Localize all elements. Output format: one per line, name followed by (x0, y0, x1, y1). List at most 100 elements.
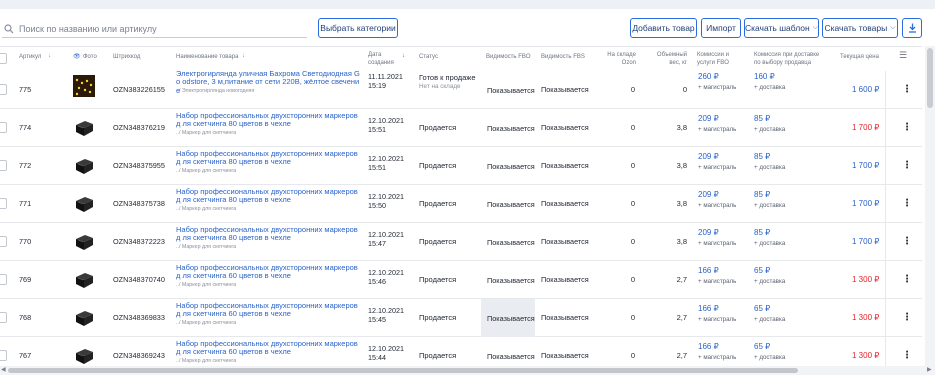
scroll-left-icon[interactable]: ◀ (1, 366, 6, 373)
vertical-scroll-thumb[interactable] (927, 48, 933, 108)
header-date[interactable]: Дата создания (368, 52, 398, 67)
fbs-commission-link[interactable]: 85 ₽ (754, 152, 770, 161)
product-photo-case[interactable] (73, 230, 95, 252)
fbo-commission-link[interactable]: 209 ₽ (698, 152, 719, 161)
fbs-commission-link[interactable]: 85 ₽ (754, 114, 770, 123)
fbs-commission-link[interactable]: 65 ₽ (754, 266, 770, 275)
sort-arrow-icon[interactable]: ↓ (48, 53, 51, 59)
fbs-commission-link[interactable]: 85 ₽ (754, 190, 770, 199)
table-row[interactable]: 774 OZN348376219 Набор профессиональных … (0, 109, 922, 147)
table-header: Артикул ↓ 👁 Фото Штрихкод Наименование т… (0, 46, 922, 71)
select-all-checkbox[interactable] (0, 53, 7, 64)
row-date-day: 12.10.2021 (368, 344, 404, 353)
row-checkbox[interactable] (0, 236, 7, 247)
fbs-commission-sub: + доставка (754, 84, 786, 91)
table-row[interactable]: 768 OZN348369833 Набор профессиональных … (0, 299, 922, 337)
fbo-commission-link[interactable]: 209 ₽ (698, 228, 719, 237)
row-price[interactable]: 1 700 ₽ (852, 237, 879, 246)
fbo-commission-link[interactable]: 166 ₽ (698, 304, 719, 313)
fbs-commission-link[interactable]: 160 ₽ (754, 72, 775, 81)
row-ozon-stock: 0 (630, 85, 635, 94)
download-products-button[interactable]: Скачать товары ⌵ (822, 18, 898, 38)
more-options-icon[interactable]: ⋮ (902, 312, 912, 323)
row-status: Продается (419, 161, 457, 170)
download-button[interactable] (902, 18, 922, 38)
more-options-icon[interactable]: ⋮ (902, 160, 912, 171)
product-name-link[interactable]: Набор профессиональных двухсторонних мар… (176, 225, 361, 243)
row-price[interactable]: 1 600 ₽ (852, 85, 879, 94)
fbs-commission-sub: + доставка (754, 278, 786, 285)
product-name-link[interactable]: Набор профессиональных двухсторонних мар… (176, 149, 361, 167)
row-fbo-visibility-text: Показывается (487, 313, 535, 323)
row-checkbox[interactable] (0, 122, 7, 133)
product-photo-case[interactable] (73, 154, 95, 176)
product-name-link[interactable]: Набор профессиональных двухсторонних мар… (176, 263, 361, 281)
fbs-commission-link[interactable]: 85 ₽ (754, 228, 770, 237)
fbo-commission-link[interactable]: 166 ₽ (698, 266, 719, 275)
product-name-link[interactable]: Набор профессиональных двухсторонних мар… (176, 187, 361, 205)
table-row[interactable]: 769 OZN348370740 Набор профессиональных … (0, 261, 922, 299)
header-article[interactable]: Артикул (19, 54, 41, 62)
row-article: 767 (19, 351, 32, 360)
table-row[interactable]: 770 OZN348372223 Набор профессиональных … (0, 223, 922, 261)
row-ozon-stock: 0 (630, 275, 635, 284)
fbo-commission-sub: + магистраль (698, 316, 737, 323)
row-date-day: 12.10.2021 (368, 268, 404, 277)
more-options-icon[interactable]: ⋮ (902, 350, 912, 361)
header-name[interactable]: Наименование товара (176, 54, 238, 62)
product-photo-garland[interactable] (73, 75, 95, 97)
fbo-commission-link[interactable]: 166 ₽ (698, 342, 719, 351)
download-template-button[interactable]: Скачать шаблон ⌵ (744, 18, 819, 38)
table-row[interactable]: 771 OZN348375738 Набор профессиональных … (0, 185, 922, 223)
add-product-button[interactable]: Добавить товар (630, 18, 697, 38)
row-checkbox[interactable] (0, 84, 7, 95)
product-photo-case[interactable] (73, 344, 95, 366)
fbs-commission-link[interactable]: 65 ₽ (754, 342, 770, 351)
product-photo-case[interactable] (73, 268, 95, 290)
product-name-link[interactable]: Набор профессиональных двухсторонних мар… (176, 339, 361, 357)
sort-arrow-icon[interactable]: ↓ (402, 53, 405, 59)
header-ozon-stock: На складе Ozon (607, 52, 636, 66)
row-price[interactable]: 1 700 ₽ (852, 161, 879, 170)
row-price[interactable]: 1 300 ₽ (852, 351, 879, 360)
search-input[interactable] (19, 23, 299, 34)
sort-arrow-icon[interactable]: ↓ (242, 53, 245, 59)
more-options-icon[interactable]: ⋮ (902, 84, 912, 95)
product-photo-case[interactable] (73, 116, 95, 138)
more-options-icon[interactable]: ⋮ (902, 198, 912, 209)
row-date-day: 12.10.2021 (368, 154, 404, 163)
import-button[interactable]: Импорт (701, 18, 741, 38)
product-photo-case[interactable] (73, 306, 95, 328)
fbs-commission-link[interactable]: 65 ₽ (754, 304, 770, 313)
more-options-icon[interactable]: ⋮ (902, 236, 912, 247)
select-categories-button[interactable]: Выбрать категории (318, 18, 398, 38)
row-fbo-visibility: Показывается (481, 185, 535, 223)
product-photo-case[interactable] (73, 192, 95, 214)
table-row[interactable]: 772 OZN348375955 Набор профессиональных … (0, 147, 922, 185)
row-checkbox[interactable] (0, 350, 7, 361)
fbo-commission-link[interactable]: 260 ₽ (698, 72, 719, 81)
more-options-icon[interactable]: ⋮ (902, 274, 912, 285)
row-checkbox[interactable] (0, 198, 7, 209)
row-price[interactable]: 1 700 ₽ (852, 199, 879, 208)
column-settings-icon[interactable]: ☰ (899, 51, 907, 60)
row-checkbox[interactable] (0, 274, 7, 285)
row-price[interactable]: 1 700 ₽ (852, 123, 879, 132)
row-checkbox[interactable] (0, 312, 7, 323)
eye-icon[interactable]: 👁 (73, 54, 81, 62)
product-name-link[interactable]: Набор профессиональных двухсторонних мар… (176, 301, 361, 319)
product-name-link[interactable]: Набор профессиональных двухсторонних мар… (176, 111, 361, 129)
table-row[interactable]: 775 OZN383226155 Электрогирлянда уличная… (0, 69, 922, 109)
row-checkbox[interactable] (0, 160, 7, 171)
scroll-right-icon[interactable]: ▶ (927, 366, 932, 373)
category-path: ../ Маркер для скетчинга (176, 320, 237, 326)
row-date-time: 15:45 (368, 315, 386, 324)
horizontal-scroll-thumb[interactable] (8, 368, 798, 373)
more-options-icon[interactable]: ⋮ (902, 122, 912, 133)
search-box[interactable] (2, 20, 307, 38)
row-price[interactable]: 1 300 ₽ (852, 313, 879, 322)
fbo-commission-link[interactable]: 209 ₽ (698, 190, 719, 199)
fbo-commission-sub: + магистраль (698, 354, 737, 361)
fbo-commission-link[interactable]: 209 ₽ (698, 114, 719, 123)
row-price[interactable]: 1 300 ₽ (852, 275, 879, 284)
